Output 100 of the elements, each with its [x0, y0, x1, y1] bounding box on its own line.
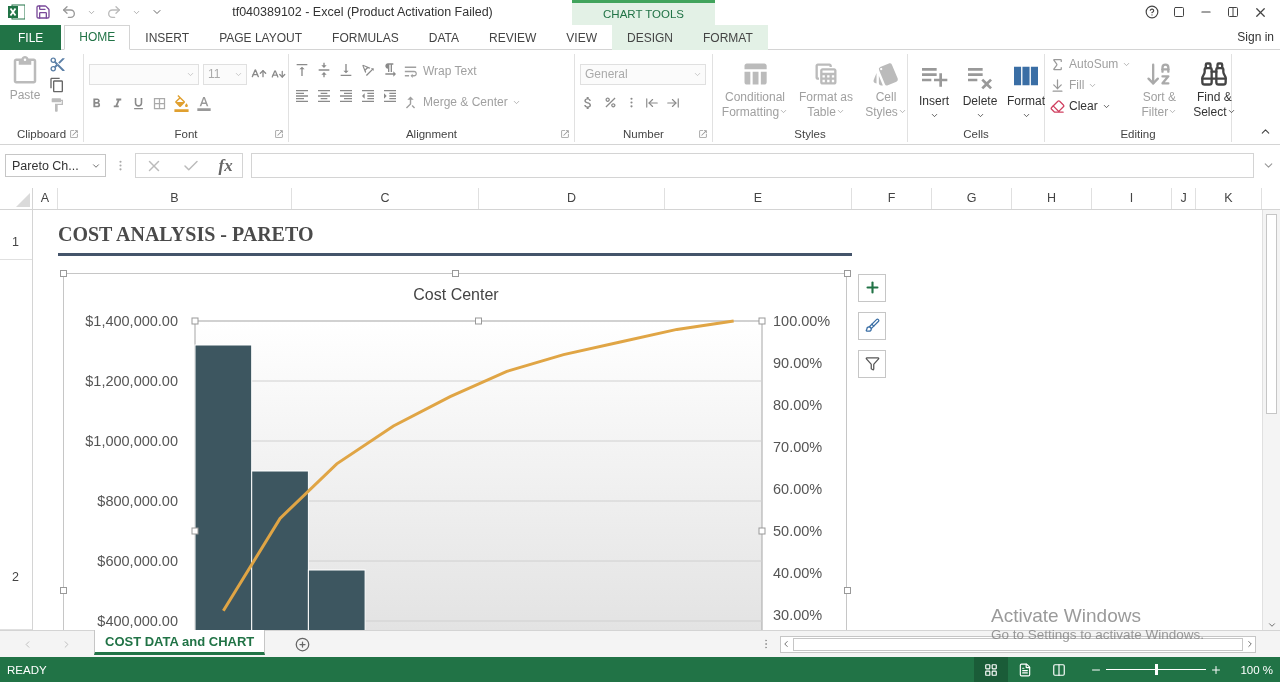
window-title: tf040389102 - Excel (Product Activation Failed)	[231, 5, 494, 20]
resize-handle[interactable]	[60, 586, 67, 594]
row-header[interactable]: 1	[0, 209, 32, 260]
ribbon-tab[interactable]: FORMAT	[688, 24, 768, 50]
name-box[interactable]: Pareto Ch...	[5, 154, 106, 178]
ribbon-tab[interactable]: DESIGN	[612, 24, 688, 50]
zoom-thumb[interactable]	[1155, 664, 1159, 675]
resize-handle[interactable]	[758, 317, 766, 325]
close-icon[interactable]	[1253, 5, 1268, 20]
ribbon-tab[interactable]: PAGE LAYOUT	[204, 24, 318, 50]
axis-label: 80.00%	[773, 396, 823, 413]
align-bottom-icon[interactable]	[338, 61, 354, 78]
column-header[interactable]: B	[58, 187, 292, 209]
axis-label: $800,000.00	[97, 492, 178, 509]
axis-label: 30.00%	[773, 606, 823, 623]
ribbon-tab[interactable]: FORMULAS	[317, 24, 414, 50]
align-center-icon[interactable]	[316, 87, 332, 104]
delete-button[interactable]: Delete	[959, 57, 1001, 122]
text-direction-icon[interactable]	[382, 61, 398, 78]
activation-message: Go to Settings to activate Windows.	[991, 627, 1205, 642]
column-header[interactable]: H	[1012, 187, 1092, 209]
axis-label: 40.00%	[773, 564, 823, 581]
caret-icon	[87, 8, 96, 17]
help-icon[interactable]	[1145, 5, 1159, 20]
restore-icon[interactable]	[1227, 6, 1239, 19]
copy-icon[interactable]	[49, 76, 66, 93]
scroll-thumb[interactable]	[1266, 213, 1277, 414]
ribbon-tab[interactable]: FILE	[0, 24, 62, 50]
column-header[interactable]: E	[665, 187, 852, 209]
zoom-in-icon[interactable]	[1210, 663, 1223, 676]
resize-handle[interactable]	[60, 269, 67, 277]
eraser-icon	[1050, 98, 1065, 114]
sheet-tab[interactable]: COST DATA and CHART	[94, 630, 266, 656]
normal-view-button[interactable]	[974, 657, 1009, 682]
column-header[interactable]: C	[292, 187, 479, 209]
axis-label: $400,000.00	[97, 612, 178, 629]
group-label: Font	[174, 127, 198, 140]
sigma-icon	[1050, 56, 1065, 72]
sign-in-link[interactable]: Sign in	[1237, 29, 1280, 44]
underline-icon[interactable]	[131, 95, 146, 111]
clear-button[interactable]: Clear	[1050, 98, 1132, 114]
group-label: Alignment	[405, 127, 458, 140]
save-icon[interactable]	[35, 4, 51, 21]
decrease-indent-icon[interactable]	[360, 87, 376, 104]
ribbon-tab[interactable]: DATA	[413, 24, 474, 50]
column-header[interactable]: A	[33, 187, 58, 209]
font-name-field[interactable]	[89, 63, 199, 85]
caret-icon	[132, 8, 141, 17]
column-header[interactable]: F	[852, 187, 932, 209]
resize-handle[interactable]	[191, 527, 199, 535]
cut-icon[interactable]	[49, 55, 66, 73]
chart-filters-button[interactable]	[858, 349, 886, 378]
ribbon-tab[interactable]: REVIEW	[474, 24, 552, 50]
resize-handle[interactable]	[844, 586, 851, 594]
axis-label: $600,000.00	[97, 552, 178, 569]
resize-handle[interactable]	[191, 317, 199, 325]
dialog-launcher-icon[interactable]	[560, 128, 570, 139]
insert-button[interactable]: Insert	[913, 57, 955, 122]
column-header[interactable]: D	[479, 187, 665, 209]
new-sheet-icon[interactable]	[295, 636, 311, 652]
align-right-icon[interactable]	[338, 87, 354, 104]
align-middle-icon[interactable]	[316, 61, 332, 78]
group-label: Editing	[1120, 127, 1156, 140]
find-select-button[interactable]: Find & Select	[1187, 57, 1242, 122]
undo-icon[interactable]	[61, 4, 77, 21]
resize-handle[interactable]	[475, 317, 482, 325]
axis-label: 100.00%	[773, 312, 831, 329]
ribbon-tab[interactable]: HOME	[64, 24, 131, 50]
fill-color-icon[interactable]	[173, 94, 190, 112]
align-top-icon[interactable]	[294, 61, 310, 78]
chart-title: Cost Center	[413, 285, 499, 303]
font-color-icon[interactable]	[196, 95, 212, 112]
column-header[interactable]: J	[1172, 187, 1196, 209]
dialog-launcher-icon[interactable]	[274, 128, 284, 139]
resize-handle[interactable]	[844, 269, 851, 277]
redo-icon[interactable]	[106, 4, 122, 21]
format-button[interactable]: Format	[1005, 57, 1047, 122]
formula-input[interactable]	[251, 153, 1254, 179]
chart-styles-button[interactable]	[858, 311, 886, 340]
group-label: Cells	[963, 127, 989, 140]
grid-icon	[984, 662, 999, 677]
ribbon-tab[interactable]: VIEW	[551, 24, 612, 50]
increase-indent-icon[interactable]	[382, 87, 398, 104]
column-header[interactable]: K	[1196, 187, 1262, 209]
column-header[interactable]: I	[1092, 187, 1172, 209]
activation-title: Activate Windows	[991, 605, 1142, 627]
dialog-launcher-icon[interactable]	[698, 128, 708, 139]
resize-handle[interactable]	[758, 527, 766, 535]
ribbon-display-icon[interactable]	[1173, 6, 1185, 19]
ribbon-tab[interactable]: INSERT	[130, 24, 205, 50]
resize-handle[interactable]	[452, 269, 459, 277]
dialog-launcher-icon[interactable]	[69, 128, 79, 139]
chart-elements-button[interactable]	[858, 273, 886, 302]
insert-function-button[interactable]: fx	[218, 155, 233, 176]
vertical-scrollbar[interactable]	[1262, 209, 1280, 631]
axis-label: $1,200,000.00	[85, 372, 178, 389]
column-header[interactable]: G	[932, 187, 1012, 209]
align-left-icon[interactable]	[294, 87, 310, 104]
axis-label: $1,400,000.00	[85, 312, 178, 329]
borders-icon[interactable]	[152, 95, 167, 111]
